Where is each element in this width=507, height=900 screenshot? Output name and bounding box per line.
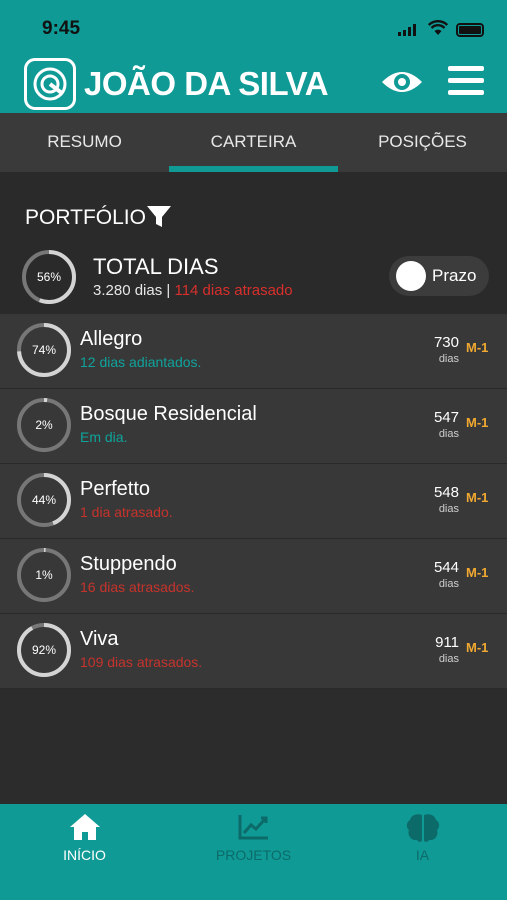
project-percent: 74% bbox=[31, 343, 57, 357]
project-status: 12 dias adiantados. bbox=[80, 354, 202, 370]
status-time: 9:45 bbox=[42, 18, 81, 39]
project-tag: M-1 bbox=[466, 340, 489, 355]
total-progress-ring: 56% bbox=[20, 248, 78, 306]
project-row-bosque-residencial[interactable]: 2% Bosque Residencial Em dia. 547 dias M… bbox=[0, 389, 507, 464]
project-percent: 92% bbox=[31, 643, 57, 657]
project-tag: M-1 bbox=[466, 565, 489, 580]
project-days-unit: dias bbox=[438, 428, 459, 440]
main-content: PORTFÓLIO 56% TOTAL DIAS 3.280 dias | 11… bbox=[0, 172, 507, 804]
nav-label: PROJETOS bbox=[215, 847, 292, 863]
nav-ia[interactable]: IA bbox=[338, 804, 507, 900]
project-days: 730 bbox=[433, 334, 459, 351]
project-tag: M-1 bbox=[466, 490, 489, 505]
filter-icon[interactable] bbox=[146, 205, 172, 229]
brain-icon bbox=[406, 814, 439, 842]
project-name: Viva bbox=[80, 628, 119, 650]
project-progress-ring: 74% bbox=[15, 321, 73, 379]
project-name: Bosque Residencial bbox=[80, 403, 257, 425]
project-days: 547 bbox=[433, 409, 459, 426]
project-percent: 2% bbox=[35, 418, 53, 432]
project-tag: M-1 bbox=[466, 640, 489, 655]
eye-icon[interactable] bbox=[380, 66, 424, 98]
project-row-stuppendo[interactable]: 1% Stuppendo 16 dias atrasados. 544 dias… bbox=[0, 539, 507, 614]
project-status: 109 dias atrasados. bbox=[80, 654, 203, 670]
project-days-unit: dias bbox=[438, 578, 459, 590]
prazo-toggle[interactable]: Prazo bbox=[389, 256, 489, 296]
total-days-late: 114 dias atrasado bbox=[174, 282, 293, 299]
project-name: Allegro bbox=[80, 328, 143, 350]
project-days: 911 bbox=[435, 634, 459, 651]
tab-posicoes[interactable]: POSIÇÕES bbox=[338, 113, 507, 172]
total-percent: 56% bbox=[36, 270, 62, 284]
total-days-title: TOTAL DIAS bbox=[93, 254, 219, 279]
nav-label: INÍCIO bbox=[63, 847, 106, 863]
home-icon bbox=[69, 814, 100, 840]
project-name: Perfetto bbox=[80, 478, 151, 500]
tab-bar: RESUMO CARTEIRA POSIÇÕES bbox=[0, 113, 507, 172]
project-status: Em dia. bbox=[80, 429, 128, 445]
project-tag: M-1 bbox=[466, 415, 489, 430]
toggle-knob bbox=[396, 261, 426, 291]
logo-icon bbox=[24, 58, 76, 110]
project-progress-ring: 2% bbox=[15, 396, 73, 454]
chart-icon bbox=[238, 815, 268, 840]
nav-inicio[interactable]: INÍCIO bbox=[0, 804, 169, 900]
project-row-allegro[interactable]: 74% Allegro 12 dias adiantados. 730 dias… bbox=[0, 314, 507, 389]
project-row-viva[interactable]: 92% Viva 109 dias atrasados. 911 dias M-… bbox=[0, 614, 507, 689]
project-status: 1 dia atrasado. bbox=[80, 504, 173, 520]
app-bar: JOÃO DA SILVA bbox=[0, 56, 507, 113]
portfolio-header: PORTFÓLIO 56% TOTAL DIAS 3.280 dias | 11… bbox=[0, 172, 507, 314]
project-progress-ring: 44% bbox=[15, 471, 73, 529]
total-days-separator: | bbox=[162, 282, 175, 299]
project-days: 548 bbox=[433, 484, 459, 501]
project-progress-ring: 92% bbox=[15, 621, 73, 679]
portfolio-title: PORTFÓLIO bbox=[25, 206, 146, 229]
signal-icon bbox=[398, 24, 416, 36]
project-days-unit: dias bbox=[438, 653, 459, 665]
wifi-icon bbox=[428, 20, 448, 35]
project-days-unit: dias bbox=[438, 503, 459, 515]
nav-label: IA bbox=[415, 847, 430, 863]
project-days-unit: dias bbox=[438, 353, 459, 365]
project-row-perfetto[interactable]: 44% Perfetto 1 dia atrasado. 548 dias M-… bbox=[0, 464, 507, 539]
project-percent: 44% bbox=[31, 493, 57, 507]
prazo-toggle-label: Prazo bbox=[432, 266, 477, 285]
bottom-nav: INÍCIO PROJETOS IA bbox=[0, 804, 507, 900]
tab-resumo[interactable]: RESUMO bbox=[0, 113, 169, 172]
nav-projetos[interactable]: PROJETOS bbox=[169, 804, 338, 900]
menu-icon[interactable] bbox=[448, 66, 484, 98]
project-name: Stuppendo bbox=[80, 553, 177, 575]
project-progress-ring: 1% bbox=[15, 546, 73, 604]
status-bar: 9:45 bbox=[0, 0, 507, 56]
tab-carteira[interactable]: CARTEIRA bbox=[169, 113, 338, 172]
project-days: 544 bbox=[433, 559, 459, 576]
total-days-value: 3.280 dias bbox=[93, 282, 163, 299]
project-percent: 1% bbox=[35, 568, 53, 582]
total-days-summary: 3.280 dias | 114 dias atrasado bbox=[93, 282, 293, 299]
project-status: 16 dias atrasados. bbox=[80, 579, 195, 595]
battery-icon bbox=[456, 23, 484, 37]
user-name-title: JOÃO DA SILVA bbox=[84, 65, 329, 102]
